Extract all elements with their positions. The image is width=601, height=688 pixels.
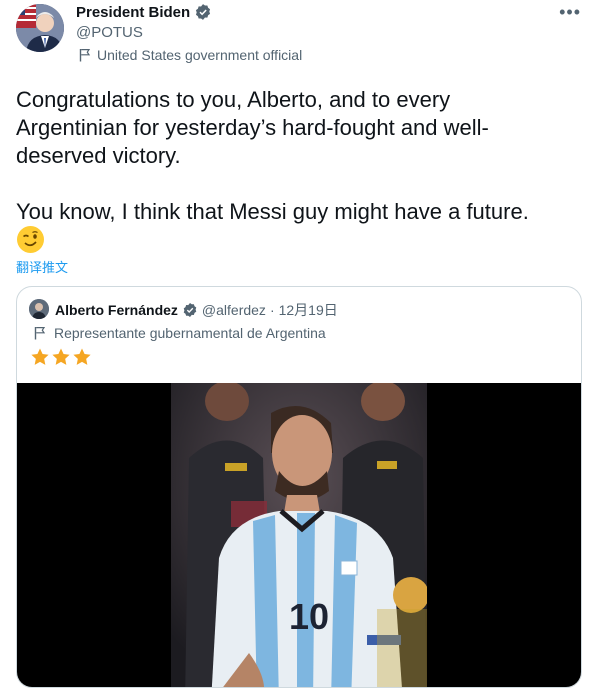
flag-icon	[79, 49, 91, 62]
quoted-tweet-header: Alberto Fernández @alferdez · 12月19日	[55, 300, 338, 320]
star-icon	[52, 348, 70, 365]
quoted-tweet-media[interactable]: 10	[17, 383, 581, 687]
author-name[interactable]: President Biden	[76, 4, 190, 21]
author-avatar[interactable]	[16, 4, 64, 52]
translate-tweet-link[interactable]: 翻译推文	[16, 257, 68, 276]
video-still-image: 10	[171, 383, 427, 687]
star-icon	[73, 348, 91, 365]
tweet-text: Congratulations to you, Alberto, and to …	[16, 87, 529, 224]
quoted-author-avatar[interactable]	[29, 299, 49, 319]
government-label: United States government official	[97, 47, 303, 63]
quoted-tweet-card[interactable]: Alberto Fernández @alferdez · 12月19日 Rep…	[16, 286, 582, 688]
verified-badge-icon	[196, 4, 211, 20]
quoted-government-label: Representante gubernamental de Argentina	[54, 325, 326, 341]
government-label-row: United States government official	[79, 47, 302, 63]
quoted-government-label-row: Representante gubernamental de Argentina	[34, 325, 326, 341]
star-emojis	[30, 347, 92, 367]
svg-text:10: 10	[289, 596, 329, 637]
quoted-author-handle[interactable]: @alferdez	[202, 302, 266, 318]
more-options-icon[interactable]: •••	[559, 2, 581, 23]
quoted-tweet-date[interactable]: 12月19日	[279, 300, 338, 320]
quoted-author-name[interactable]: Alberto Fernández	[55, 302, 178, 318]
author-name-row: President Biden	[76, 3, 212, 21]
author-handle[interactable]: @POTUS	[76, 24, 143, 41]
star-icon	[31, 348, 49, 365]
separator-dot: ·	[269, 302, 275, 318]
verified-badge-icon	[183, 303, 197, 317]
flag-icon	[34, 327, 46, 340]
winking-face-emoji	[17, 226, 44, 253]
